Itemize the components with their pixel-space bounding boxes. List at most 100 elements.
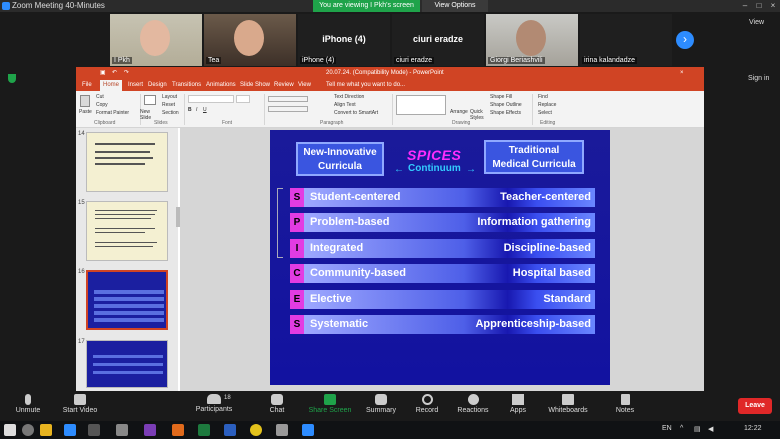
participant-tile[interactable]: iPhone (4) iPhone (4): [298, 14, 390, 66]
zoom-taskbar-icon[interactable]: [64, 424, 76, 436]
paste-icon[interactable]: [80, 95, 90, 107]
slide-thumbnail[interactable]: [86, 340, 168, 388]
maximize-icon[interactable]: □: [752, 0, 766, 12]
tab-design[interactable]: Design: [148, 80, 167, 91]
participant-tile[interactable]: Giorgi Beriashvili: [486, 14, 578, 66]
view-button[interactable]: View: [749, 19, 764, 26]
reset-button[interactable]: Reset: [162, 102, 175, 108]
tab-slide-show[interactable]: Slide Show: [240, 80, 270, 91]
clock[interactable]: 12:22: [744, 425, 762, 432]
italic-button[interactable]: I: [196, 107, 197, 113]
slide-spices[interactable]: New-Innovative Curricula Traditional Med…: [270, 130, 610, 385]
underline-button[interactable]: U: [203, 107, 207, 113]
copy-button[interactable]: Copy: [96, 102, 108, 108]
slide-number: 17: [78, 339, 85, 345]
leave-button[interactable]: Leave: [738, 398, 772, 414]
find-button[interactable]: Find: [538, 94, 548, 100]
word-taskbar-icon[interactable]: [224, 424, 236, 436]
shape-outline-button[interactable]: Shape Outline: [490, 102, 522, 108]
layout-button[interactable]: Layout: [162, 94, 177, 100]
app-taskbar-icon[interactable]: [144, 424, 156, 436]
align-text-button[interactable]: Align Text: [334, 102, 356, 108]
view-options-button[interactable]: View Options: [422, 0, 488, 12]
unmute-button[interactable]: Unmute: [0, 394, 56, 414]
cut-button[interactable]: Cut: [96, 94, 104, 100]
excel-taskbar-icon[interactable]: [198, 424, 210, 436]
slide-thumbnail-selected[interactable]: [86, 270, 168, 330]
shapes-gallery[interactable]: [396, 95, 446, 115]
tab-file[interactable]: File: [82, 80, 92, 91]
undo-icon[interactable]: ↶: [112, 67, 117, 80]
participant-tile[interactable]: irina kalandadze: [580, 14, 672, 66]
redo-icon[interactable]: ↷: [124, 67, 129, 80]
spices-row: I Integrated Discipline-based: [290, 239, 595, 258]
format-painter-button[interactable]: Format Painter: [96, 110, 129, 116]
align-icon[interactable]: [268, 106, 308, 112]
shape-fill-button[interactable]: Shape Fill: [490, 94, 512, 100]
participant-tile[interactable]: I Pkh: [110, 14, 202, 66]
bold-button[interactable]: B: [188, 107, 192, 113]
participant-name: Giorgi Beriashvili: [488, 57, 545, 64]
app-taskbar-icon[interactable]: [276, 424, 288, 436]
notes-button[interactable]: Notes: [597, 394, 653, 414]
avatar: [234, 20, 264, 56]
share-screen-button[interactable]: Share Screen: [302, 394, 358, 414]
arrange-button[interactable]: Arrange: [450, 109, 468, 115]
participant-tile[interactable]: Tea: [204, 14, 296, 66]
app-taskbar-icon[interactable]: [302, 424, 314, 436]
tab-transitions[interactable]: Transitions: [172, 80, 201, 91]
font-name-select[interactable]: [188, 95, 234, 103]
section-button[interactable]: Section: [162, 110, 179, 116]
volume-icon[interactable]: ◀: [708, 425, 713, 433]
tab-insert[interactable]: Insert: [128, 80, 143, 91]
start-video-button[interactable]: Start Video: [52, 394, 108, 414]
bullets-icon[interactable]: [268, 96, 308, 102]
close-icon[interactable]: ×: [766, 0, 780, 12]
paste-button[interactable]: Paste: [79, 109, 92, 115]
text-direction-button[interactable]: Text Direction: [334, 94, 364, 100]
tab-review[interactable]: Review: [274, 80, 294, 91]
app-taskbar-icon[interactable]: [116, 424, 128, 436]
participant-name: I Pkh: [112, 57, 132, 64]
quick-styles-button[interactable]: Quick Styles: [470, 109, 486, 121]
tab-view[interactable]: View: [298, 80, 311, 91]
sign-in-link[interactable]: Sign in: [748, 75, 769, 82]
shape-effects-button[interactable]: Shape Effects: [490, 110, 521, 116]
chat-button[interactable]: Chat: [249, 394, 305, 414]
search-icon[interactable]: [22, 424, 34, 436]
font-size-select[interactable]: [236, 95, 250, 103]
replace-button[interactable]: Replace: [538, 102, 556, 108]
security-shield-icon[interactable]: [8, 74, 16, 83]
slide-thumbnail[interactable]: [86, 201, 168, 261]
ppt-close-icon[interactable]: ×: [680, 67, 684, 80]
apps-icon: [512, 394, 524, 405]
participant-big-name: ciuri eradze: [412, 34, 464, 44]
convert-smartart-button[interactable]: Convert to SmartArt: [334, 110, 378, 116]
chrome-taskbar-icon[interactable]: [250, 424, 262, 436]
group-clipboard: Clipboard: [94, 120, 116, 126]
video-camera-icon: [74, 394, 86, 405]
slide-thumbnail[interactable]: [86, 132, 168, 192]
app-taskbar-icon[interactable]: [88, 424, 100, 436]
apps-button[interactable]: Apps: [490, 394, 546, 414]
tray-chevron-icon[interactable]: ^: [680, 425, 683, 432]
whiteboards-button[interactable]: Whiteboards: [540, 394, 596, 414]
participant-tile[interactable]: ciuri eradze ciuri eradze: [392, 14, 484, 66]
window-title: Zoom Meeting 40-Minutes: [12, 1, 105, 10]
save-icon[interactable]: ▣: [100, 67, 106, 80]
select-button[interactable]: Select: [538, 110, 552, 116]
group-slides: Slides: [154, 120, 168, 126]
minimize-icon[interactable]: –: [738, 0, 752, 12]
new-slide-icon[interactable]: [144, 95, 156, 105]
participants-button[interactable]: Participants: [186, 394, 242, 413]
app-taskbar-icon[interactable]: [172, 424, 184, 436]
gallery-next-button[interactable]: ›: [676, 31, 694, 49]
participant-name: iPhone (4): [300, 57, 337, 64]
windows-start-icon[interactable]: [4, 424, 16, 436]
network-icon[interactable]: ▤: [694, 425, 701, 433]
language-indicator[interactable]: EN: [662, 425, 672, 432]
tab-home[interactable]: Home: [100, 80, 123, 91]
tab-animations[interactable]: Animations: [206, 80, 236, 91]
file-explorer-icon[interactable]: [40, 424, 52, 436]
tell-me-search[interactable]: Tell me what you want to do...: [326, 80, 405, 91]
